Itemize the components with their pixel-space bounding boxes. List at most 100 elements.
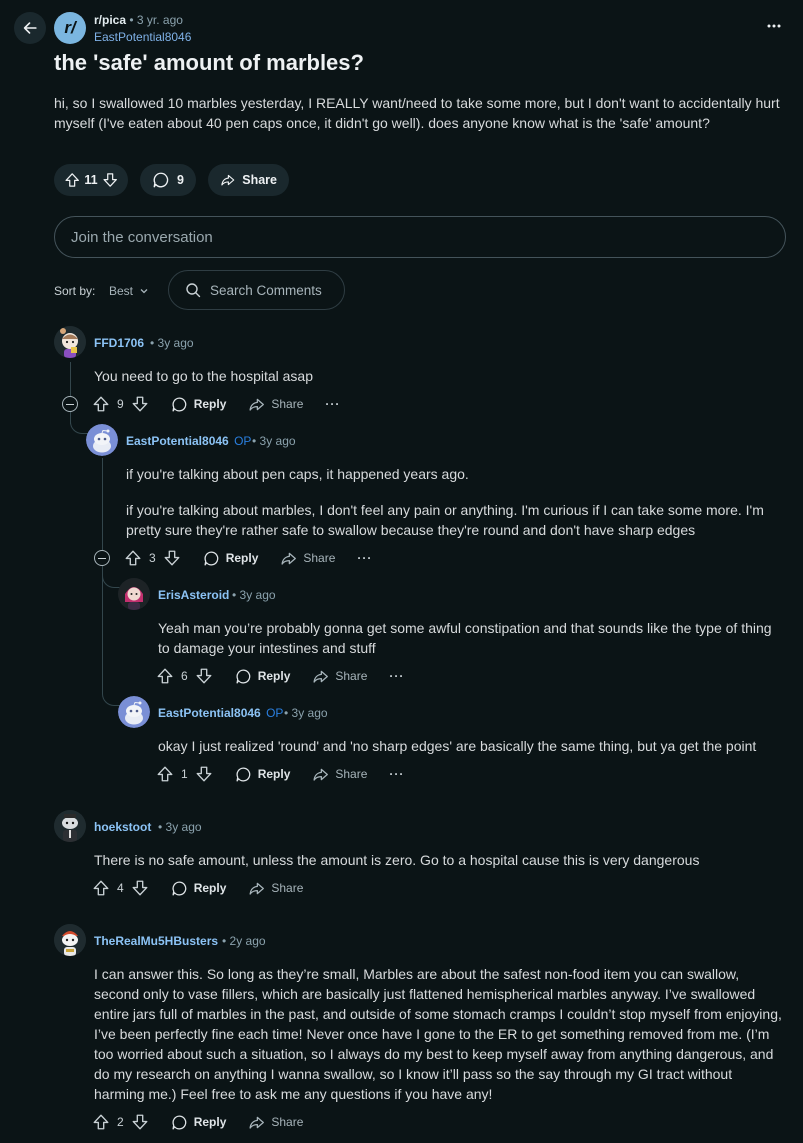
downvote-icon[interactable]: [131, 395, 149, 413]
share-button[interactable]: Share: [248, 880, 303, 897]
share-icon: [312, 668, 329, 685]
upvote-icon[interactable]: [64, 171, 80, 189]
downvote-icon[interactable]: [131, 879, 149, 897]
downvote-icon[interactable]: [131, 1113, 149, 1131]
post-share-label: Share: [242, 173, 277, 187]
comment-vote-count: 3: [149, 551, 156, 565]
comment-body: if you're talking about marbles, I don't…: [126, 502, 764, 538]
avatar[interactable]: [54, 924, 86, 956]
reply-button[interactable]: Reply: [235, 766, 290, 783]
share-button[interactable]: Share: [280, 550, 335, 567]
comment-actions: 3 Reply Share ···: [124, 548, 372, 568]
comment-author[interactable]: FFD1706: [94, 336, 144, 350]
post-dot: •: [129, 13, 137, 27]
reply-button[interactable]: Reply: [171, 1114, 226, 1131]
more-options-button[interactable]: ···: [389, 767, 404, 781]
default-avatar-icon: [86, 424, 118, 456]
upvote-icon[interactable]: [92, 395, 110, 413]
comment-icon: [171, 880, 188, 897]
upvote-icon[interactable]: [92, 879, 110, 897]
subreddit-meta: r/pica • 3 yr. ago: [94, 13, 183, 27]
search-comments-input[interactable]: Search Comments: [168, 270, 345, 310]
reply-label: Reply: [193, 397, 227, 411]
post-vote-pill: 11: [54, 164, 128, 196]
comment-vote-count: 2: [117, 1115, 124, 1129]
avatar[interactable]: [54, 810, 86, 842]
thread-line: [102, 458, 103, 550]
avatar[interactable]: [86, 424, 118, 456]
downvote-icon[interactable]: [102, 171, 118, 189]
more-options-button[interactable]: ···: [357, 551, 372, 565]
comment-icon: [203, 550, 220, 567]
post-author[interactable]: EastPotential8046: [94, 30, 191, 44]
post-comments-button[interactable]: 9: [140, 164, 196, 196]
comment-time: • 3y ago: [232, 588, 276, 602]
comment-author[interactable]: EastPotential8046 OP: [158, 706, 283, 720]
more-options-button[interactable]: ···: [325, 397, 340, 411]
op-badge: OP: [266, 706, 284, 720]
comment-body: okay I just realized 'round' and 'no sha…: [158, 738, 757, 754]
join-conversation-input[interactable]: Join the conversation: [54, 216, 786, 258]
comment-body: There is no safe amount, unless the amou…: [94, 852, 700, 868]
thread-elbow: [70, 420, 88, 434]
post-time: 3 yr. ago: [136, 13, 183, 27]
search-placeholder: Search Comments: [210, 282, 322, 298]
reply-button[interactable]: Reply: [171, 880, 227, 897]
more-options-button[interactable]: ···: [389, 669, 404, 683]
arrow-left-icon: [23, 22, 37, 34]
comment-actions: 9 Reply Share ···: [92, 394, 340, 414]
thread-elbow: [102, 690, 120, 706]
reply-button[interactable]: Reply: [171, 396, 227, 413]
comment-time: • 3y ago: [252, 434, 296, 448]
comment-author[interactable]: TheRealMu5HBusters: [94, 934, 218, 948]
post-more-button[interactable]: [766, 18, 782, 34]
subreddit-name[interactable]: r/pica: [94, 13, 126, 27]
reply-button[interactable]: Reply: [203, 550, 259, 567]
downvote-icon[interactable]: [195, 667, 213, 685]
comment-actions: 4 Reply Share: [92, 878, 303, 898]
share-button[interactable]: Share: [248, 1114, 303, 1131]
share-label: Share: [303, 551, 336, 565]
thread-line: [102, 566, 103, 692]
reply-button[interactable]: Reply: [235, 668, 290, 685]
comment-body: Yeah man you’re probably gonna get some …: [158, 620, 772, 656]
comment-icon: [152, 171, 170, 189]
reply-label: Reply: [193, 881, 227, 895]
upvote-icon[interactable]: [92, 1113, 110, 1131]
comment-author[interactable]: ErisAsteroid: [158, 588, 229, 602]
share-button[interactable]: Share: [248, 396, 303, 413]
share-icon: [312, 766, 329, 783]
avatar-image: [54, 810, 86, 842]
post-vote-count: 11: [84, 173, 98, 187]
sort-dropdown[interactable]: Best: [109, 284, 149, 298]
comment-vote-count: 4: [117, 881, 124, 895]
avatar[interactable]: [118, 578, 150, 610]
comment-icon: [235, 766, 252, 783]
collapse-thread-button[interactable]: [62, 396, 78, 412]
collapse-thread-button[interactable]: [94, 550, 110, 566]
avatar[interactable]: [54, 326, 86, 358]
share-button[interactable]: Share: [312, 766, 367, 783]
subreddit-icon[interactable]: r/: [54, 12, 86, 44]
avatar[interactable]: [118, 696, 150, 728]
reply-label: Reply: [225, 551, 259, 565]
back-button[interactable]: [14, 12, 46, 44]
more-options-icon: [767, 24, 781, 28]
upvote-icon[interactable]: [156, 667, 174, 685]
share-button[interactable]: Share: [312, 668, 367, 685]
avatar-image: [54, 326, 86, 358]
post-share-button[interactable]: Share: [208, 164, 289, 196]
share-icon: [248, 880, 265, 897]
chevron-down-icon: [140, 289, 148, 294]
comment-author[interactable]: hoekstoot: [94, 820, 151, 834]
comment-actions: 2 Reply Share: [92, 1112, 303, 1132]
downvote-icon[interactable]: [195, 765, 213, 783]
avatar-image: [118, 578, 150, 610]
comment-icon: [235, 668, 252, 685]
comment-author[interactable]: EastPotential8046 OP: [126, 434, 251, 448]
upvote-icon[interactable]: [124, 549, 142, 567]
downvote-icon[interactable]: [163, 549, 181, 567]
comment-body: I can answer this. So long as they’re sm…: [94, 966, 782, 1102]
comment-body: You need to go to the hospital asap: [94, 368, 313, 384]
upvote-icon[interactable]: [156, 765, 174, 783]
